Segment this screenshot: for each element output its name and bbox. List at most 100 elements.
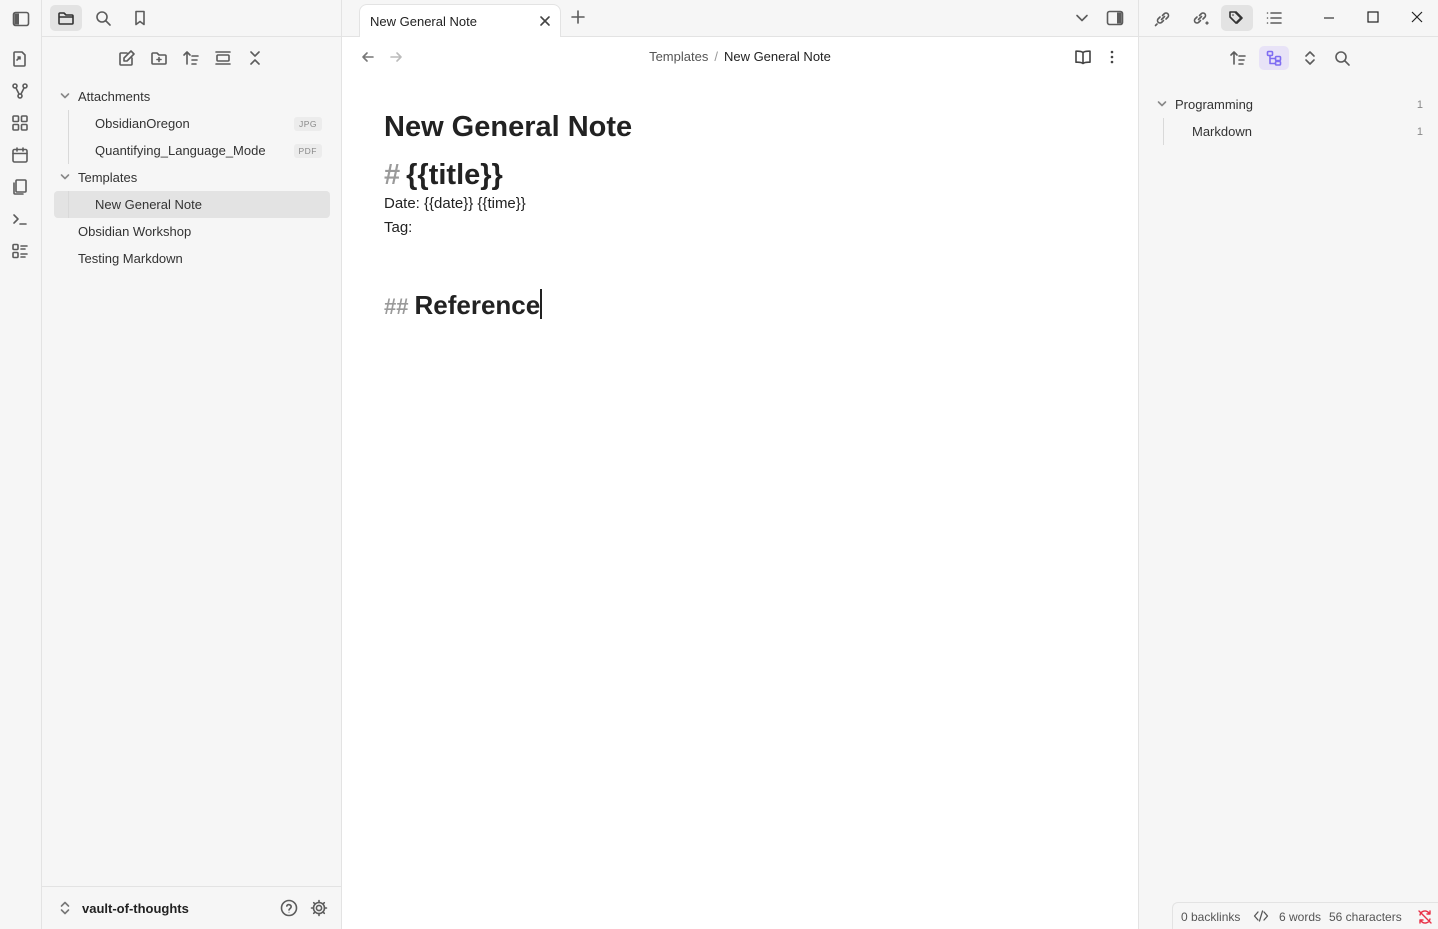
chevron-down-icon xyxy=(60,172,70,182)
settings-button[interactable] xyxy=(309,898,329,918)
close-tab-button[interactable] xyxy=(538,14,552,28)
canvas-icon[interactable] xyxy=(9,112,31,134)
collapse-all-button[interactable] xyxy=(244,46,266,70)
bookmarks-list-icon[interactable] xyxy=(9,240,31,262)
close-window-button[interactable] xyxy=(1409,9,1425,25)
breadcrumb-current[interactable]: New General Note xyxy=(724,49,831,64)
heading-marker: # xyxy=(384,159,401,191)
graph-view-icon[interactable] xyxy=(9,80,31,102)
tag-count: 1 xyxy=(1416,125,1423,138)
calendar-icon[interactable] xyxy=(9,144,31,166)
breadcrumb-separator: / xyxy=(714,49,718,64)
close-icon xyxy=(540,16,550,26)
sync-off-icon xyxy=(1418,910,1432,924)
chevrons-up-down-icon xyxy=(60,901,70,915)
new-tab-button[interactable] xyxy=(570,9,586,25)
word-count: 6 words xyxy=(1279,910,1322,924)
breadcrumb: Templates / New General Note xyxy=(342,49,1138,64)
tag-item-markdown[interactable]: Markdown 1 xyxy=(1155,118,1425,145)
chevrons-up-down-icon xyxy=(1305,51,1315,65)
vault-name[interactable]: vault-of-thoughts xyxy=(82,901,189,916)
more-vertical-icon xyxy=(1110,50,1114,64)
expand-all-button[interactable] xyxy=(1299,46,1321,70)
toggle-left-sidebar-button[interactable] xyxy=(0,0,41,37)
backlinks-tab[interactable] xyxy=(1147,5,1179,31)
file-extension-badge: JPG xyxy=(293,116,322,131)
tag-sort-button[interactable] xyxy=(1227,46,1249,70)
search-tab[interactable] xyxy=(87,5,119,31)
open-quick-switcher-icon[interactable] xyxy=(9,48,31,70)
folder-attachments[interactable]: Attachments xyxy=(54,83,330,110)
list-icon xyxy=(1266,12,1282,24)
gear-icon xyxy=(310,899,328,917)
search-icon xyxy=(96,11,111,26)
heading-2-line[interactable]: ## Reference xyxy=(384,288,1084,324)
auto-reveal-button[interactable] xyxy=(212,46,234,70)
character-count: 56 characters xyxy=(1329,910,1402,924)
breadcrumb-folder[interactable]: Templates xyxy=(649,49,708,64)
folder-icon xyxy=(58,12,74,25)
tags-tab[interactable] xyxy=(1221,5,1253,31)
inline-title[interactable]: New General Note xyxy=(384,108,1084,146)
help-button[interactable] xyxy=(279,898,299,918)
folder-label: Templates xyxy=(78,170,138,185)
left-sidebar: Attachments ObsidianOregon JPG Quantifyi… xyxy=(42,0,342,929)
more-options-button[interactable] xyxy=(1104,48,1120,66)
maximize-window-button[interactable] xyxy=(1365,9,1381,25)
bookmarks-tab[interactable] xyxy=(124,5,156,31)
heading-marker: ## xyxy=(384,294,409,319)
main-editor-area: New General Note Templates / New General N… xyxy=(342,0,1138,929)
files-tab[interactable] xyxy=(50,5,82,31)
sort-button[interactable] xyxy=(180,46,202,70)
maximize-icon xyxy=(1367,11,1379,23)
right-sidebar: Programming 1 Markdown 1 0 backlinks 6 w… xyxy=(1138,0,1438,929)
chevron-down-icon xyxy=(1157,99,1167,109)
text-cursor xyxy=(540,289,542,319)
view-header: Templates / New General Note xyxy=(342,37,1138,75)
editing-mode-button[interactable] xyxy=(1253,909,1269,923)
right-sidebar-tabs xyxy=(1139,0,1438,37)
backlinks-count[interactable]: 0 backlinks xyxy=(1181,910,1240,924)
file-testing-markdown[interactable]: Testing Markdown xyxy=(54,245,330,272)
date-line[interactable]: Date: {{date}} {{time}} xyxy=(384,192,1084,216)
file-new-general-note[interactable]: New General Note xyxy=(54,191,330,218)
sort-icon xyxy=(183,51,199,65)
file-label: New General Note xyxy=(95,197,202,212)
file-label: Obsidian Workshop xyxy=(78,224,192,239)
tab-list-dropdown[interactable] xyxy=(1074,10,1090,26)
outline-tab[interactable] xyxy=(1258,5,1290,31)
status-bar: 0 backlinks 6 words 56 characters xyxy=(1172,902,1438,929)
new-folder-button[interactable] xyxy=(148,46,170,70)
file-label: Testing Markdown xyxy=(78,251,183,266)
reading-view-button[interactable] xyxy=(1074,48,1092,66)
file-tree: Attachments ObsidianOregon JPG Quantifyi… xyxy=(54,83,330,272)
sync-status-button[interactable] xyxy=(1417,909,1433,925)
templates-icon[interactable] xyxy=(9,176,31,198)
tags-icon xyxy=(1229,11,1243,24)
toggle-right-sidebar-button[interactable] xyxy=(1105,8,1125,28)
backlinks-icon xyxy=(1154,12,1170,27)
outgoing-links-tab[interactable] xyxy=(1184,5,1216,31)
tag-search-button[interactable] xyxy=(1331,46,1353,70)
file-obsidian-workshop[interactable]: Obsidian Workshop xyxy=(54,218,330,245)
file-extension-badge: PDF xyxy=(293,143,322,158)
new-note-button[interactable] xyxy=(116,46,138,70)
tag-item-programming[interactable]: Programming 1 xyxy=(1155,91,1425,118)
tag-tree: Programming 1 Markdown 1 xyxy=(1155,91,1425,145)
search-icon xyxy=(1335,51,1350,66)
outgoing-links-icon xyxy=(1193,12,1209,25)
minimize-window-button[interactable] xyxy=(1321,9,1337,25)
folder-templates[interactable]: Templates xyxy=(54,164,330,191)
folder-plus-icon xyxy=(151,52,167,65)
tab-new-general-note[interactable]: New General Note xyxy=(359,4,561,37)
file-obsidianoregon[interactable]: ObsidianOregon JPG xyxy=(54,110,330,137)
heading-1-line[interactable]: # {{title}} xyxy=(384,158,1084,192)
file-quantifying-language-mode[interactable]: Quantifying_Language_Mode PDF xyxy=(54,137,330,164)
tab-title: New General Note xyxy=(370,14,477,29)
vault-switcher-button[interactable] xyxy=(58,900,72,916)
note-editor[interactable]: New General Note # {{title}} Date: {{date… xyxy=(384,108,1084,324)
tag-count: 1 xyxy=(1416,98,1423,111)
tag-line[interactable]: Tag: xyxy=(384,216,1084,240)
command-palette-icon[interactable] xyxy=(9,208,31,230)
show-nested-tags-button[interactable] xyxy=(1259,46,1289,70)
